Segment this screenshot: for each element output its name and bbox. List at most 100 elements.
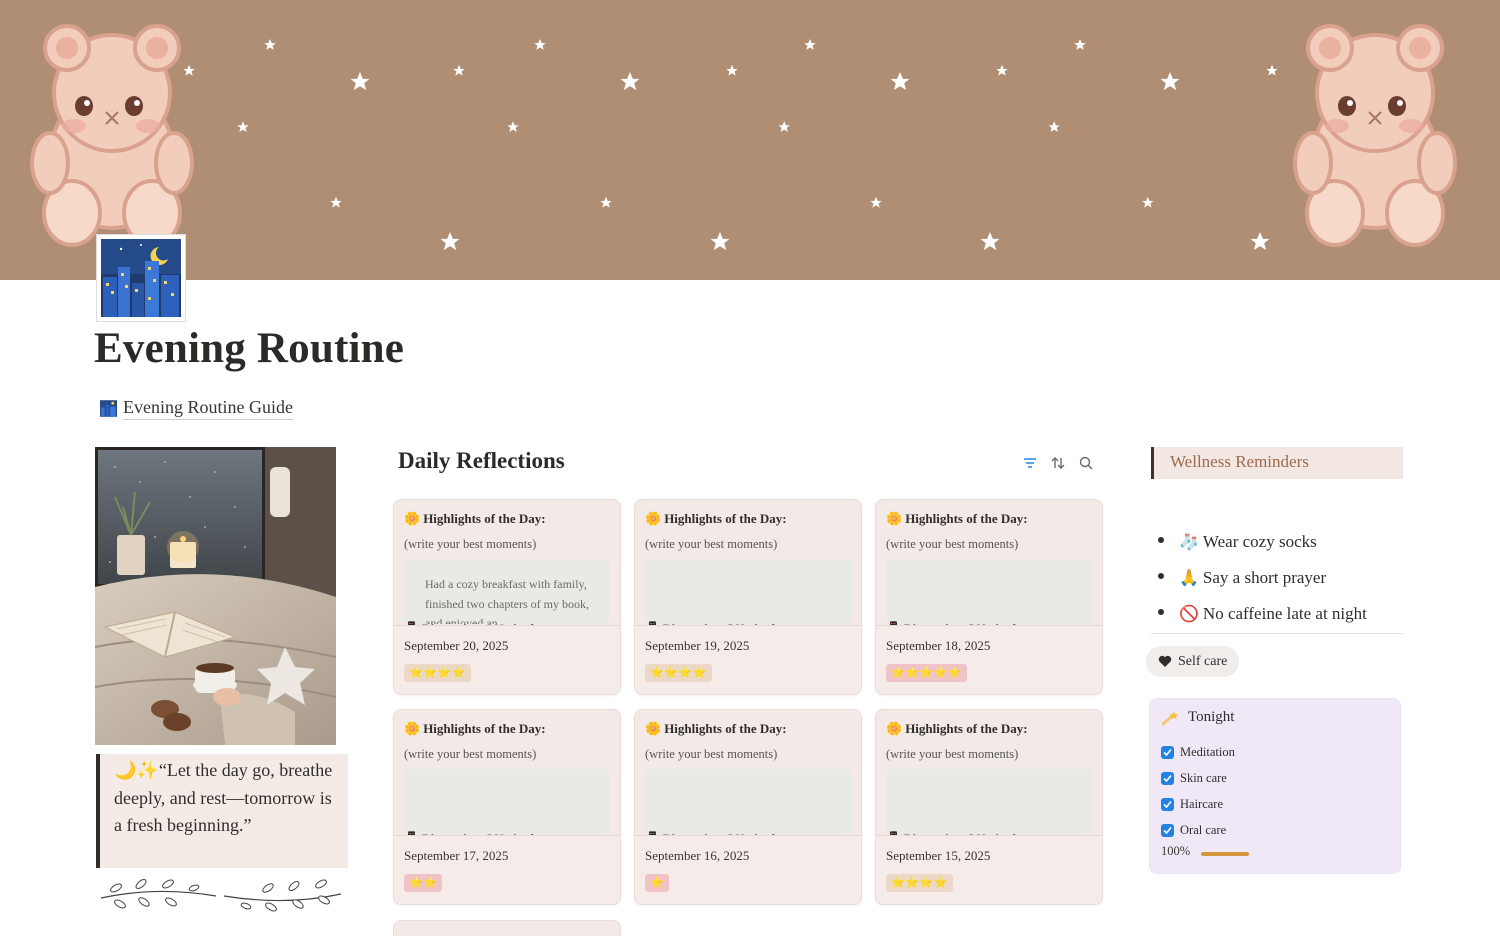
highlights-prompt: (write your best moments)	[404, 747, 537, 761]
card-footer: September 17, 2025 ⭐⭐	[394, 835, 620, 904]
reflection-card[interactable]: 🌼 Highlights of the Day: (write your best …	[393, 709, 621, 905]
checkbox-checked[interactable]	[1161, 771, 1174, 785]
gallery-card-partial[interactable]	[393, 920, 621, 936]
card-footer: September 18, 2025 ⭐⭐⭐⭐⭐	[876, 625, 1102, 694]
highlights-label: Highlights of the Day:	[664, 721, 787, 736]
bullet-icon	[1158, 537, 1164, 543]
highlights-heading: 🌼 Highlights of the Day:	[645, 511, 787, 527]
tonight-callout: Tonight Meditation Skin care Haircare Or…	[1149, 698, 1401, 874]
reminder-text: Say a short prayer	[1202, 568, 1327, 587]
sunflower-emoji: 🌼	[886, 721, 903, 736]
prohibited-emoji: 🚫	[1179, 606, 1199, 623]
checklist-label: Skin care	[1180, 770, 1227, 785]
highlights-label: Highlights of the Day:	[905, 511, 1028, 526]
checklist-label: Meditation	[1180, 744, 1235, 759]
progress-bar	[1201, 852, 1249, 856]
search-icon[interactable]	[1078, 455, 1094, 471]
sort-icon[interactable]	[1050, 455, 1066, 471]
highlights-note	[404, 769, 610, 834]
socks-emoji: 🧦	[1179, 534, 1199, 551]
highlights-heading: 🌼 Highlights of the Day:	[404, 511, 546, 527]
highlights-note	[645, 559, 851, 624]
page-icon[interactable]	[96, 234, 186, 322]
list-item: 🙏 Say a short prayer	[1158, 560, 1367, 596]
highlights-prompt: (write your best moments)	[645, 537, 778, 551]
highlights-prompt: (write your best moments)	[404, 537, 537, 551]
list-item: 🚫 No caffeine late at night	[1158, 596, 1367, 632]
checkbox-checked[interactable]	[1161, 823, 1174, 837]
reflection-card[interactable]: 🌼 Highlights of the Day: (write your best …	[875, 499, 1103, 695]
rating-badge: ⭐⭐	[404, 874, 443, 892]
highlights-heading: 🌼 Highlights of the Day:	[886, 721, 1028, 737]
sunflower-emoji: 🌼	[404, 721, 421, 736]
wellness-reminders-list: 🧦 Wear cozy socks 🙏 Say a short prayer 🚫 No…	[1158, 524, 1367, 632]
highlights-note	[886, 559, 1092, 624]
page-title: Evening Routine	[94, 325, 405, 372]
highlights-label: Highlights of the Day:	[423, 511, 546, 526]
shooting-star-icon	[1162, 710, 1179, 725]
rating-badge: ⭐⭐⭐⭐⭐	[886, 664, 967, 682]
wellness-reminders-heading: Wellness Reminders	[1151, 447, 1403, 479]
rating-badge: ⭐⭐⭐⭐	[886, 874, 953, 892]
card-footer: September 16, 2025 ⭐	[635, 835, 861, 904]
tonight-title: Tonight	[1188, 709, 1235, 725]
reflection-card[interactable]: 🌼 Highlights of the Day: (write your best …	[634, 499, 862, 695]
reminder-text: No caffeine late at night	[1202, 604, 1367, 623]
vine-divider	[96, 876, 346, 916]
reflection-card[interactable]: 🌼 Highlights of the Day: (write your best …	[875, 709, 1103, 905]
sunflower-emoji: 🌼	[886, 511, 903, 526]
checklist-item: Meditation	[1161, 739, 1235, 765]
highlights-heading: 🌼 Highlights of the Day:	[645, 721, 787, 737]
card-date: September 18, 2025	[886, 638, 991, 653]
self-care-label: Self care	[1178, 653, 1228, 669]
praying-hands-emoji: 🙏	[1179, 570, 1199, 587]
checklist-label: Oral care	[1180, 822, 1227, 837]
reflection-card[interactable]: 🌼 Highlights of the Day: (write your best …	[393, 499, 621, 695]
card-date: September 20, 2025	[404, 638, 509, 653]
evening-routine-guide-link[interactable]: Evening Routine Guide	[100, 397, 293, 420]
filter-icon[interactable]	[1022, 455, 1038, 471]
highlights-heading: 🌼 Highlights of the Day:	[886, 511, 1028, 527]
night-city-icon	[101, 239, 181, 317]
teddy-bear-left	[30, 24, 194, 247]
card-date: September 19, 2025	[645, 638, 750, 653]
quote-block: 🌙✨“Let the day go, breathe deeply, and r…	[96, 754, 348, 868]
checkbox-checked[interactable]	[1161, 745, 1174, 759]
sunflower-emoji: 🌼	[645, 511, 662, 526]
highlights-label: Highlights of the Day:	[664, 511, 787, 526]
highlights-heading: 🌼 Highlights of the Day:	[404, 721, 546, 737]
list-item: 🧦 Wear cozy socks	[1158, 524, 1367, 560]
cover-banner	[0, 0, 1500, 280]
bullet-icon	[1158, 609, 1164, 615]
highlights-prompt: (write your best moments)	[645, 747, 778, 761]
checklist-item: Skin care	[1161, 765, 1235, 791]
sunflower-emoji: 🌼	[404, 511, 421, 526]
highlights-note: Had a cozy breakfast with family, finish…	[404, 559, 610, 624]
reflection-card[interactable]: 🌼 Highlights of the Day: (write your best …	[634, 709, 862, 905]
card-footer: September 15, 2025 ⭐⭐⭐⭐	[876, 835, 1102, 904]
highlights-prompt: (write your best moments)	[886, 747, 1019, 761]
self-care-button[interactable]: Self care	[1146, 646, 1240, 677]
night-city-icon	[100, 400, 117, 417]
highlights-label: Highlights of the Day:	[423, 721, 546, 736]
teddy-bear-right	[1293, 24, 1457, 247]
checklist-item: Haircare	[1161, 791, 1235, 817]
stars-pattern	[30, 24, 1457, 251]
guide-link-label: Evening Routine Guide	[123, 397, 293, 420]
highlights-prompt: (write your best moments)	[886, 537, 1019, 551]
card-footer: September 20, 2025 ⭐⭐⭐⭐	[394, 625, 620, 694]
highlights-note	[645, 769, 851, 834]
black-heart-icon	[1158, 655, 1172, 667]
rating-badge: ⭐⭐⭐⭐	[645, 664, 712, 682]
card-date: September 17, 2025	[404, 848, 509, 863]
rating-badge: ⭐⭐⭐⭐	[404, 664, 471, 682]
bullet-icon	[1158, 573, 1164, 579]
sunflower-emoji: 🌼	[645, 721, 662, 736]
card-date: September 16, 2025	[645, 848, 750, 863]
checklist-item: Oral care	[1161, 817, 1235, 843]
highlights-label: Highlights of the Day:	[905, 721, 1028, 736]
moon-sparkle-emoji: 🌙✨	[114, 760, 159, 780]
highlights-note	[886, 769, 1092, 834]
rating-badge: ⭐	[645, 874, 670, 892]
checkbox-checked[interactable]	[1161, 797, 1174, 811]
